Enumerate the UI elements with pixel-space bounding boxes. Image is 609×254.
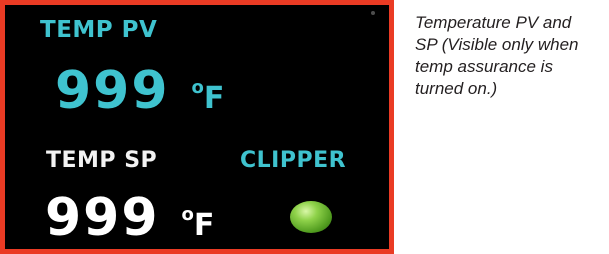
caption-line: temp assurance is xyxy=(415,57,553,76)
temp-sp-degree-symbol: o xyxy=(181,204,194,225)
clipper-label: CLIPPER xyxy=(240,148,347,173)
caption-line: turned on.) xyxy=(415,79,498,98)
clipper-status-indicator-icon xyxy=(290,201,332,233)
panel-caption: Temperature PV and SP (Visible only when… xyxy=(415,12,600,100)
panel-border-tick xyxy=(5,0,17,5)
temp-pv-unit-letter: F xyxy=(203,81,225,116)
temp-sp-readout: 999 oF xyxy=(45,192,214,244)
temp-sp-label: TEMP SP xyxy=(46,148,158,173)
temp-sp-unit-letter: F xyxy=(193,208,215,243)
panel-corner-dot xyxy=(371,11,375,15)
temp-pv-label: TEMP PV xyxy=(40,17,158,43)
temp-pv-readout: 999 oF xyxy=(55,65,224,117)
temp-sp-unit: oF xyxy=(182,206,215,243)
temp-pv-value: 999 xyxy=(55,61,170,121)
temp-pv-degree-symbol: o xyxy=(191,77,204,98)
temp-pv-unit: oF xyxy=(192,79,225,116)
temperature-display-panel: TEMP PV 999 oF TEMP SP CLIPPER 999 oF xyxy=(0,0,394,254)
caption-line: SP (Visible only when xyxy=(415,35,579,54)
caption-line: Temperature PV and xyxy=(415,13,572,32)
temp-sp-value: 999 xyxy=(45,188,160,248)
